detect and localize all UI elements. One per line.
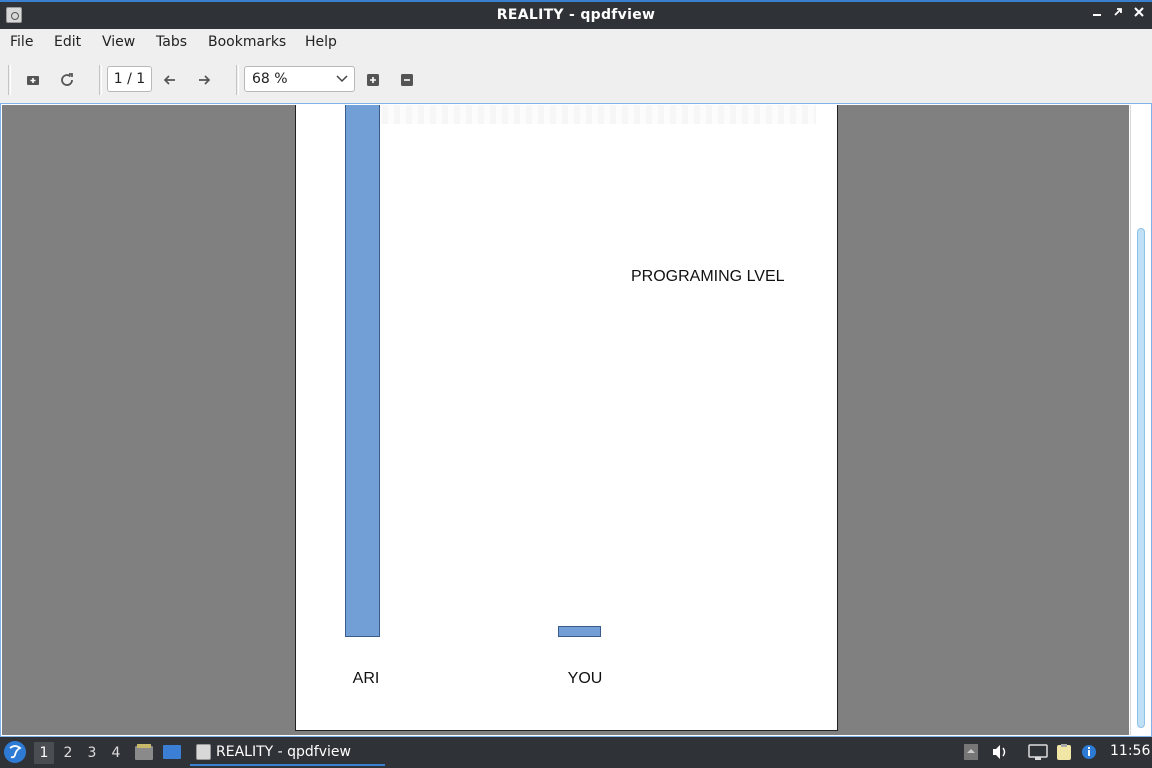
qpdfview-task-icon <box>196 744 211 760</box>
zoom-out-icon[interactable] <box>395 69 419 91</box>
menu-help[interactable]: Help <box>305 34 337 50</box>
tray-up-arrow-icon[interactable] <box>962 743 982 761</box>
window-titlebar[interactable]: REALITY - qpdfview <box>0 0 1152 29</box>
show-desktop-icon[interactable] <box>162 743 182 761</box>
bar-ari <box>345 105 380 637</box>
category-label-ari: ARI <box>352 670 380 687</box>
category-label-you: YOU <box>567 670 603 687</box>
toolbar-separator <box>236 65 239 95</box>
taskbar: 1 2 3 4 REALITY - qpdfview 11:56 <box>0 737 1152 768</box>
menu-edit[interactable]: Edit <box>54 34 81 50</box>
zoom-in-icon[interactable] <box>361 69 385 91</box>
toolbar: 1 / 1 68 % <box>0 57 1152 103</box>
clipboard-icon[interactable] <box>1055 743 1075 761</box>
zoom-select[interactable]: 68 % <box>244 66 355 92</box>
toolbar-separator <box>8 65 11 95</box>
network-icon[interactable] <box>1028 743 1048 761</box>
page-top-artifact <box>376 105 816 124</box>
notification-icon[interactable] <box>1080 743 1100 761</box>
task-label: REALITY - qpdfview <box>216 744 351 760</box>
next-page-icon[interactable] <box>192 69 216 91</box>
scrollbar-thumb[interactable] <box>1137 228 1145 728</box>
menu-view[interactable]: View <box>102 34 135 50</box>
volume-icon[interactable] <box>990 743 1010 761</box>
workspace-2[interactable]: 2 <box>58 742 78 764</box>
open-document-icon[interactable] <box>21 69 45 91</box>
document-canvas: PROGRAMING LVEL ARI YOU <box>2 105 1129 735</box>
menu-file[interactable]: File <box>10 34 33 50</box>
maximize-icon[interactable] <box>1109 5 1127 25</box>
vertical-scrollbar[interactable] <box>1130 105 1150 735</box>
menu-tabs[interactable]: Tabs <box>156 34 187 50</box>
taskbar-task-qpdfview[interactable]: REALITY - qpdfview <box>190 739 385 766</box>
window-title: REALITY - qpdfview <box>496 7 656 23</box>
file-manager-icon[interactable] <box>134 743 154 761</box>
menu-bar: File Edit View Tabs Bookmarks Help <box>0 29 1152 57</box>
workspace-1[interactable]: 1 <box>34 742 54 764</box>
chevron-down-icon <box>335 67 349 91</box>
document-viewport[interactable]: PROGRAMING LVEL ARI YOU <box>0 103 1152 737</box>
bar-you <box>558 626 601 637</box>
page-number-field[interactable]: 1 / 1 <box>107 66 152 92</box>
menu-bookmarks[interactable]: Bookmarks <box>208 34 286 50</box>
workspace-3[interactable]: 3 <box>82 742 102 764</box>
workspace-4[interactable]: 4 <box>106 742 126 764</box>
close-icon[interactable] <box>1130 5 1148 25</box>
zoom-value: 68 % <box>252 71 288 87</box>
pdf-page: PROGRAMING LVEL ARI YOU <box>295 105 838 731</box>
chart-title: PROGRAMING LVEL <box>631 268 785 285</box>
toolbar-separator <box>99 65 102 95</box>
minimize-icon[interactable] <box>1088 5 1106 25</box>
previous-page-icon[interactable] <box>158 69 182 91</box>
start-menu-icon[interactable] <box>4 741 26 763</box>
clock: 11:56 <box>1110 743 1151 759</box>
refresh-icon[interactable] <box>55 69 79 91</box>
